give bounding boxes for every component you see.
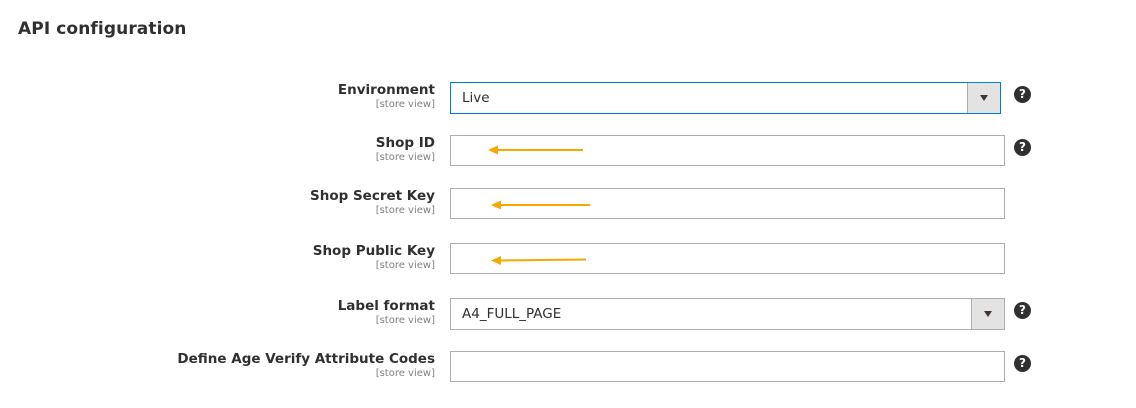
- shop-public-key-label-group: Shop Public Key [store view]: [313, 242, 435, 272]
- caret-down-icon[interactable]: [971, 299, 1004, 329]
- question-circle-icon[interactable]: ?: [1014, 302, 1031, 319]
- label-format-scope: [store view]: [375, 315, 435, 326]
- question-circle-icon[interactable]: ?: [1014, 355, 1031, 372]
- age-verify-codes-scope: [store view]: [375, 368, 435, 379]
- shop-id-scope: [store view]: [375, 152, 435, 163]
- shop-id-label-group: Shop ID [store view]: [376, 134, 435, 164]
- age-verify-codes-input[interactable]: [450, 351, 1005, 382]
- age-verify-codes-label: Define Age Verify Attribute Codes: [177, 351, 435, 367]
- shop-secret-key-row: Shop Secret Key [store view]: [0, 187, 1136, 227]
- shop-secret-key-input[interactable]: [450, 188, 1005, 219]
- question-circle-icon[interactable]: ?: [1014, 86, 1031, 103]
- shop-secret-key-label-group: Shop Secret Key [store view]: [310, 187, 435, 217]
- environment-label: Environment: [337, 82, 435, 98]
- section-title: API configuration: [18, 19, 187, 39]
- caret-down-icon[interactable]: [967, 83, 1000, 113]
- age-verify-codes-label-group: Define Age Verify Attribute Codes [store…: [177, 350, 435, 380]
- shop-public-key-label: Shop Public Key: [312, 243, 435, 259]
- shop-id-row: Shop ID [store view] ?: [0, 134, 1136, 174]
- age-verify-codes-row: Define Age Verify Attribute Codes [store…: [0, 350, 1136, 390]
- label-format-label-group: Label format [store view]: [338, 297, 435, 327]
- environment-row: Environment [store view] Live ?: [0, 81, 1136, 121]
- label-format-label: Label format: [337, 298, 435, 314]
- shop-public-key-row: Shop Public Key [store view]: [0, 242, 1136, 282]
- shop-public-key-scope: [store view]: [375, 260, 435, 271]
- label-format-row: Label format [store view] A4_FULL_PAGE ?: [0, 297, 1136, 337]
- shop-public-key-input[interactable]: [450, 243, 1005, 274]
- shop-secret-key-label: Shop Secret Key: [309, 188, 435, 204]
- shop-id-label: Shop ID: [375, 135, 435, 151]
- environment-label-group: Environment [store view]: [338, 81, 435, 111]
- environment-scope: [store view]: [375, 99, 435, 110]
- environment-select[interactable]: Live: [450, 82, 1001, 114]
- shop-secret-key-scope: [store view]: [375, 205, 435, 216]
- label-format-select-value: A4_FULL_PAGE: [462, 306, 562, 322]
- shop-id-input[interactable]: [450, 135, 1005, 166]
- question-circle-icon[interactable]: ?: [1014, 139, 1031, 156]
- environment-select-value: Live: [462, 90, 490, 106]
- label-format-select[interactable]: A4_FULL_PAGE: [450, 298, 1005, 330]
